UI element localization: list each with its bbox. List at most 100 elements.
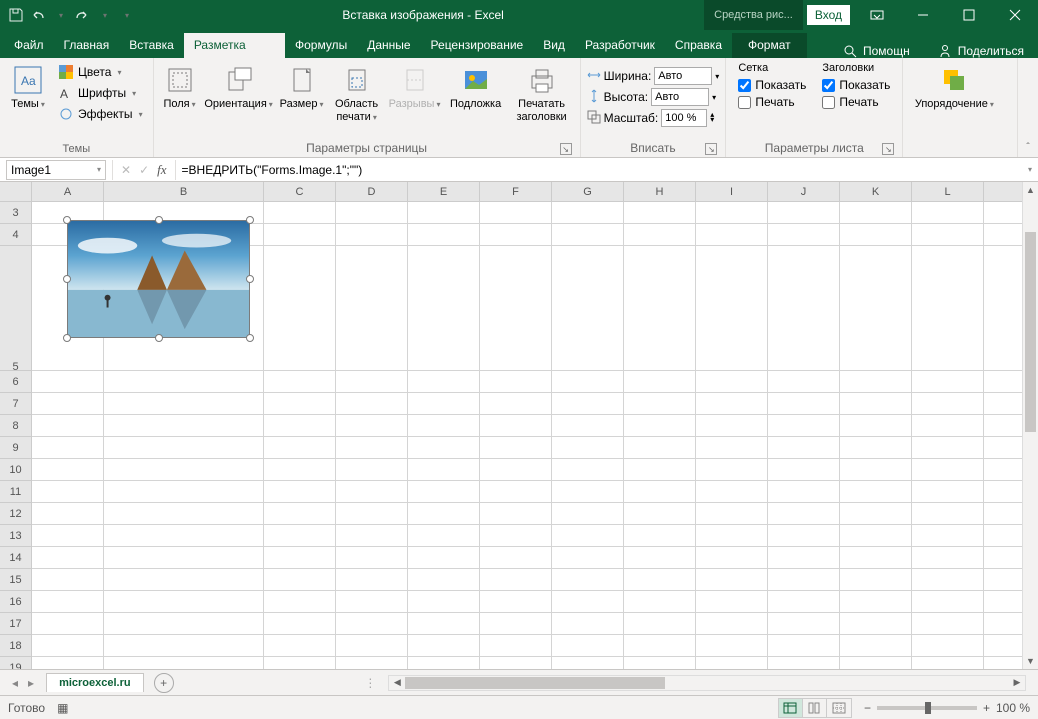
cell[interactable]	[480, 459, 552, 480]
cell[interactable]	[768, 415, 840, 436]
sheet-tab[interactable]: microexcel.ru	[46, 673, 144, 692]
scroll-left[interactable]: ◀	[389, 677, 405, 688]
horizontal-scrollbar[interactable]: ◀ ▶	[388, 675, 1026, 691]
cell[interactable]	[552, 393, 624, 414]
vscroll-thumb[interactable]	[1025, 232, 1036, 432]
cell[interactable]	[336, 371, 408, 392]
cell[interactable]	[104, 459, 264, 480]
cell[interactable]	[32, 591, 104, 612]
tab-рецензирование[interactable]: Рецензирование	[421, 33, 534, 58]
cell[interactable]	[912, 635, 984, 656]
fonts-button[interactable]: AШрифты	[54, 83, 147, 103]
cell[interactable]	[480, 591, 552, 612]
col-header[interactable]: K	[840, 182, 912, 201]
new-sheet-button[interactable]: +	[154, 673, 174, 693]
col-header[interactable]: C	[264, 182, 336, 201]
resize-handle-sw[interactable]	[63, 334, 71, 342]
fit-launcher[interactable]: ↘	[705, 143, 717, 155]
col-header[interactable]: E	[408, 182, 480, 201]
cell[interactable]	[552, 202, 624, 223]
cell[interactable]	[624, 371, 696, 392]
ribbon-options-icon[interactable]	[854, 0, 900, 30]
cell[interactable]	[552, 613, 624, 634]
background-button[interactable]: Подложка	[446, 60, 506, 111]
cell[interactable]	[552, 525, 624, 546]
undo-icon[interactable]	[30, 7, 46, 23]
signin-button[interactable]: Вход	[807, 5, 850, 25]
cell[interactable]	[104, 613, 264, 634]
row-header[interactable]: 11	[0, 481, 31, 503]
cell[interactable]	[408, 459, 480, 480]
cell[interactable]	[768, 591, 840, 612]
zoom-out[interactable]: −	[864, 701, 871, 715]
cell[interactable]	[264, 246, 336, 370]
resize-handle-w[interactable]	[63, 275, 71, 283]
zoom-in[interactable]: +	[983, 701, 990, 715]
cell[interactable]	[912, 591, 984, 612]
cell[interactable]	[480, 415, 552, 436]
cell[interactable]	[552, 246, 624, 370]
effects-button[interactable]: Эффекты	[54, 104, 147, 124]
cell[interactable]	[336, 459, 408, 480]
cell[interactable]	[264, 202, 336, 223]
cell[interactable]	[336, 503, 408, 524]
print-titles-button[interactable]: Печатать заголовки	[510, 60, 574, 123]
row-header[interactable]: 7	[0, 393, 31, 415]
cell[interactable]	[552, 503, 624, 524]
cell[interactable]	[32, 569, 104, 590]
cell[interactable]	[408, 547, 480, 568]
cell[interactable]	[552, 224, 624, 245]
cell[interactable]	[104, 437, 264, 458]
row-header[interactable]: 4	[0, 224, 31, 246]
cell[interactable]	[336, 635, 408, 656]
cell[interactable]	[912, 224, 984, 245]
arrange-button[interactable]: Упорядочение	[909, 60, 999, 111]
cell[interactable]	[696, 393, 768, 414]
cell[interactable]	[912, 525, 984, 546]
qat-customize[interactable]	[118, 7, 134, 23]
cell[interactable]	[264, 371, 336, 392]
cell[interactable]	[624, 525, 696, 546]
cell[interactable]	[840, 613, 912, 634]
cell[interactable]	[480, 246, 552, 370]
cell[interactable]	[912, 437, 984, 458]
cell[interactable]	[912, 246, 984, 370]
tab-справка[interactable]: Справка	[665, 33, 732, 58]
col-header[interactable]: G	[552, 182, 624, 201]
cell[interactable]	[696, 459, 768, 480]
cell[interactable]	[408, 591, 480, 612]
row-header[interactable]: 9	[0, 437, 31, 459]
share-button[interactable]: Поделиться	[924, 44, 1038, 58]
cell[interactable]	[408, 393, 480, 414]
cell[interactable]	[768, 525, 840, 546]
cell[interactable]	[336, 481, 408, 502]
print-area-button[interactable]: Область печати	[330, 60, 384, 123]
cell[interactable]	[32, 503, 104, 524]
cell[interactable]	[768, 657, 840, 669]
cell[interactable]	[840, 437, 912, 458]
col-header[interactable]: B	[104, 182, 264, 201]
resize-handle-n[interactable]	[155, 216, 163, 224]
height-input[interactable]	[651, 88, 709, 106]
resize-handle-e[interactable]	[246, 275, 254, 283]
col-header[interactable]: D	[336, 182, 408, 201]
cell[interactable]	[408, 437, 480, 458]
cell[interactable]	[552, 437, 624, 458]
cell[interactable]	[840, 525, 912, 546]
cell[interactable]	[480, 547, 552, 568]
cell[interactable]	[696, 415, 768, 436]
cell[interactable]	[264, 635, 336, 656]
cell[interactable]	[624, 202, 696, 223]
view-normal[interactable]	[779, 699, 803, 717]
cell[interactable]	[336, 657, 408, 669]
cell[interactable]	[264, 591, 336, 612]
cell[interactable]	[912, 503, 984, 524]
cell[interactable]	[264, 224, 336, 245]
cell[interactable]	[264, 613, 336, 634]
cell[interactable]	[696, 525, 768, 546]
cell[interactable]	[336, 415, 408, 436]
row-header[interactable]: 8	[0, 415, 31, 437]
cell[interactable]	[552, 459, 624, 480]
cell[interactable]	[840, 415, 912, 436]
row-header[interactable]: 6	[0, 371, 31, 393]
